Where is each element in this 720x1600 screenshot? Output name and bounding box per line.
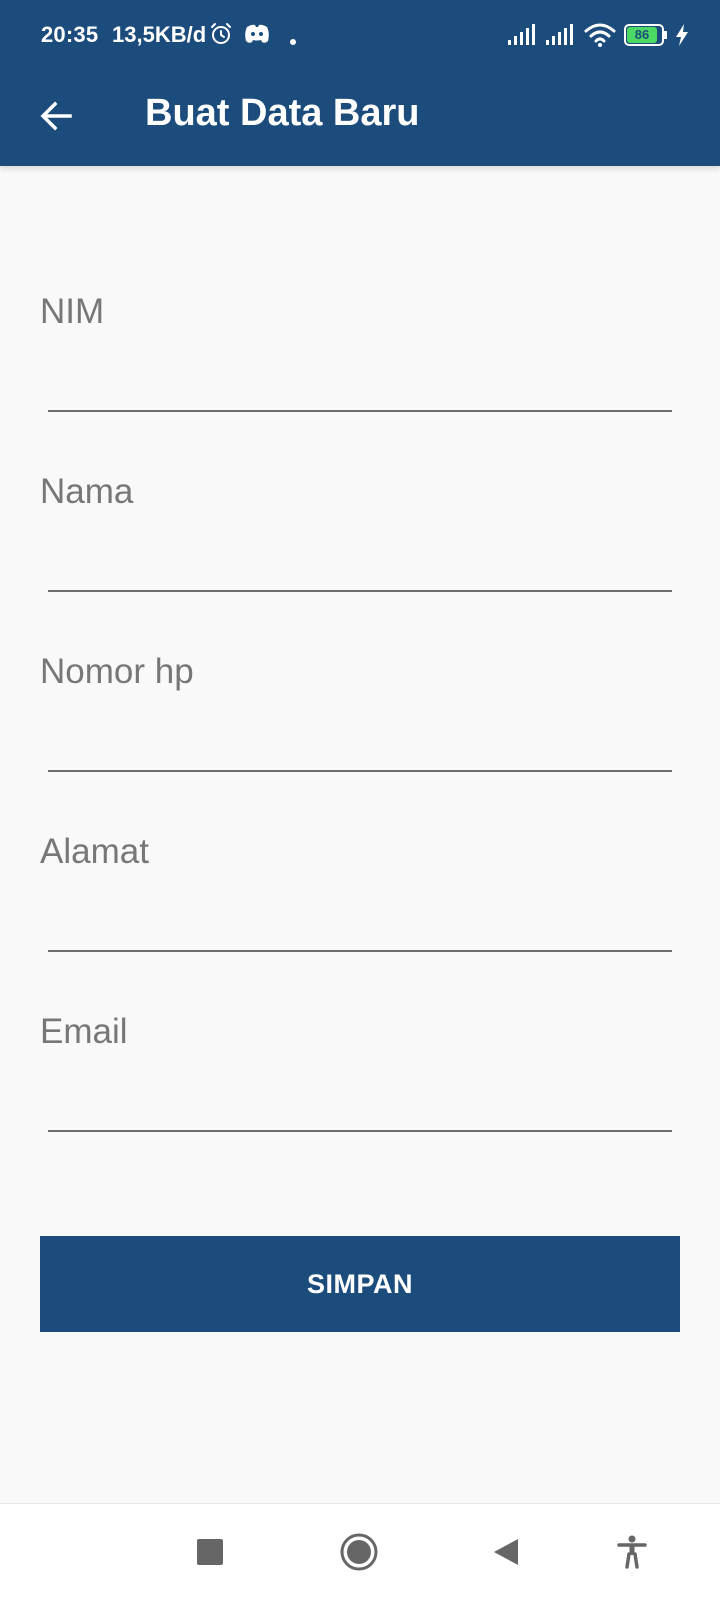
recents-icon	[196, 1538, 224, 1571]
recents-button[interactable]	[182, 1526, 238, 1582]
nim-label: NIM	[40, 292, 105, 331]
status-bar: 20:35 13,5KB/d 86	[0, 0, 720, 70]
back-button[interactable]	[26, 88, 86, 148]
app-header: 20:35 13,5KB/d 86 Buat Data Baru	[0, 0, 720, 166]
address-field: Alamat	[40, 832, 672, 982]
status-time: 20:35	[41, 22, 99, 47]
page-title: Buat Data Baru	[145, 92, 420, 134]
address-input[interactable]	[48, 892, 672, 952]
wifi-icon	[584, 22, 616, 53]
email-field: Email	[40, 1012, 672, 1162]
email-input[interactable]	[48, 1072, 672, 1132]
arrow-left-icon	[38, 98, 74, 139]
email-label: Email	[40, 1012, 128, 1051]
nama-field: Nama	[40, 472, 672, 622]
nav-back-button[interactable]	[478, 1526, 534, 1582]
accessibility-button[interactable]	[604, 1526, 660, 1582]
discord-icon	[244, 23, 270, 50]
home-button[interactable]	[331, 1526, 387, 1582]
save-button[interactable]: SIMPAN	[40, 1236, 680, 1332]
back-icon	[492, 1537, 520, 1572]
phone-input[interactable]	[48, 712, 672, 772]
signal-icon	[508, 24, 536, 51]
network-speed: 13,5KB/d	[112, 22, 207, 47]
phone-label: Nomor hp	[40, 652, 194, 691]
battery-icon: 86	[624, 24, 668, 46]
charging-icon	[675, 24, 689, 51]
battery-level: 86	[627, 27, 657, 43]
address-label: Alamat	[40, 832, 149, 871]
home-icon	[339, 1532, 379, 1577]
navigation-bar	[0, 1503, 720, 1600]
notification-dot-icon	[290, 32, 296, 50]
nim-field: NIM	[40, 292, 672, 442]
nama-label: Nama	[40, 472, 134, 511]
signal-icon	[546, 24, 574, 51]
nim-input[interactable]	[48, 352, 672, 412]
accessibility-icon	[617, 1535, 647, 1574]
phone-field: Nomor hp	[40, 652, 672, 802]
alarm-icon	[209, 22, 233, 51]
nama-input[interactable]	[48, 532, 672, 592]
app-bar: Buat Data Baru	[0, 70, 720, 166]
